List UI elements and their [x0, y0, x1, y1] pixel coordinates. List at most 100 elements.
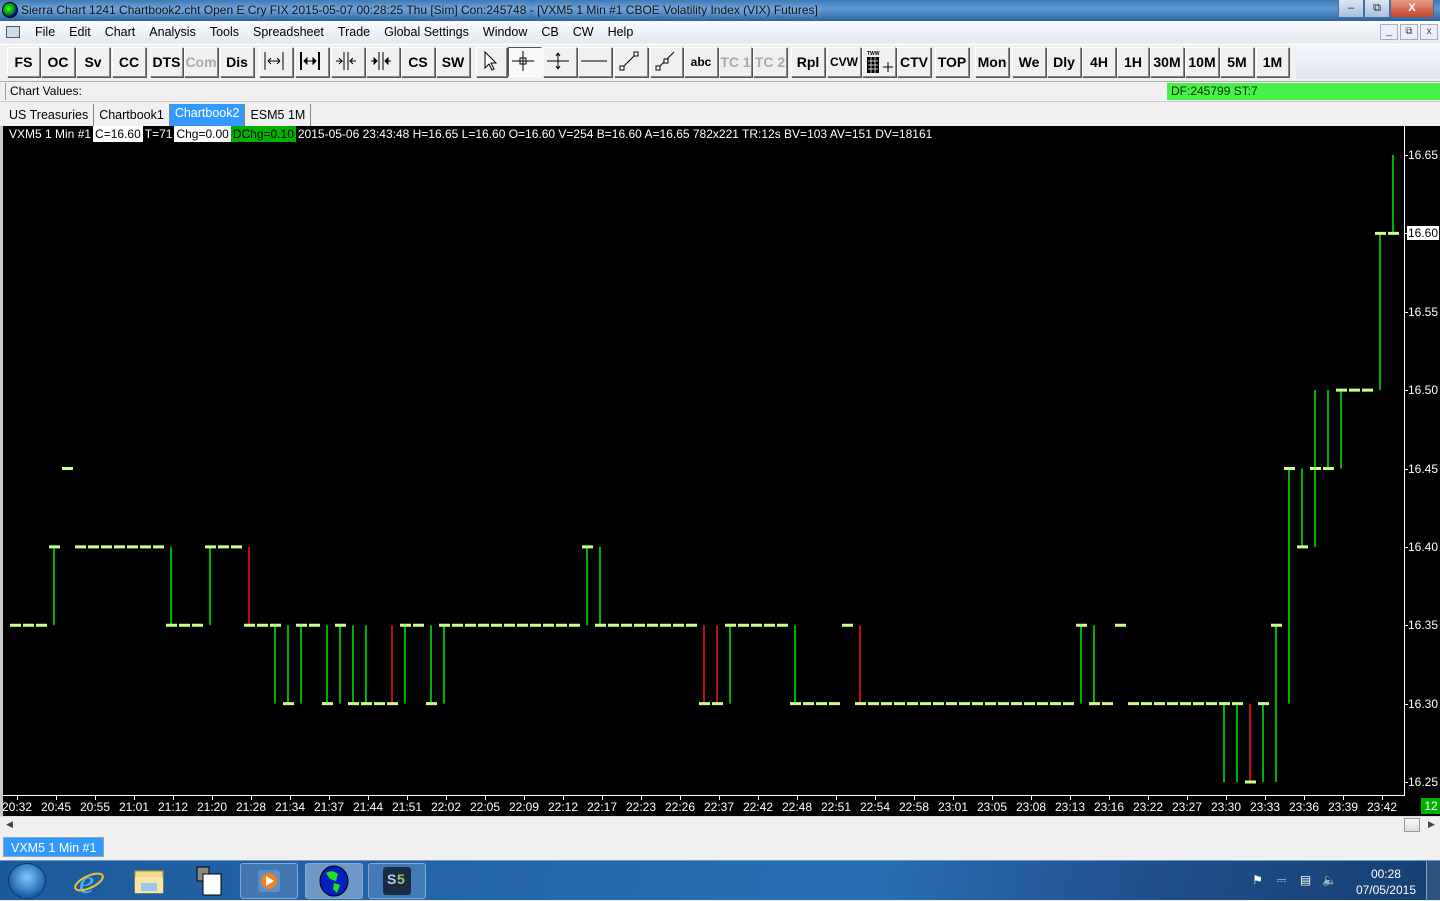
x-tick-label: 23:42 — [1366, 800, 1398, 814]
ray-tool-button[interactable] — [650, 47, 683, 77]
toolbar-button-tc2[interactable]: TC 2 — [753, 47, 787, 77]
x-tick-label: 23:30 — [1210, 800, 1242, 814]
compress-out-button[interactable] — [366, 47, 400, 77]
toolbar-button-dly[interactable]: Dly — [1047, 47, 1081, 77]
toolbar-button-cc[interactable]: CC — [112, 47, 146, 77]
action-center-flag-icon[interactable]: ⚑ — [1250, 873, 1265, 888]
menu-cw[interactable]: CW — [566, 25, 601, 39]
menu-spreadsheet[interactable]: Spreadsheet — [246, 25, 331, 39]
toolbar-button-oc[interactable]: OC — [41, 47, 75, 77]
trade-window-button[interactable]: TWW — [862, 47, 896, 77]
volume-icon[interactable]: 🔈 — [1322, 873, 1337, 888]
file-explorer-icon[interactable] — [120, 863, 178, 899]
toolbar-button-dts[interactable]: DTS — [150, 47, 183, 77]
line-tool-button[interactable] — [614, 47, 648, 77]
close-dash — [1102, 702, 1113, 706]
price-bar — [127, 545, 138, 549]
line-tool-icon — [619, 51, 639, 71]
toolbar-button-dis[interactable]: Dis — [220, 47, 254, 77]
show-desktop-button[interactable] — [1426, 861, 1440, 901]
start-button[interactable] — [8, 863, 46, 899]
toolbar-button-rpl[interactable]: Rpl — [791, 47, 825, 77]
menu-window[interactable]: Window — [476, 25, 534, 39]
close-dash — [335, 623, 346, 627]
menu-help[interactable]: Help — [601, 25, 641, 39]
menu-cb[interactable]: CB — [534, 25, 565, 39]
toolbar-button-fs[interactable]: FS — [7, 47, 40, 77]
toolbar-button-10m[interactable]: 10M — [1185, 47, 1219, 77]
horizontal-scrollbar[interactable]: ◀ ▶ — [0, 816, 1440, 832]
scroll-left-arrow-icon[interactable]: ◀ — [6, 819, 13, 830]
s5-trading-icon[interactable]: S5 — [368, 863, 426, 899]
crosshair-icon — [512, 51, 534, 71]
toolbar-button-we[interactable]: We — [1012, 47, 1046, 77]
toolbar-button-ctv[interactable]: CTV — [897, 47, 931, 77]
scale-left-button[interactable] — [259, 47, 293, 77]
value-tool-button[interactable] — [543, 47, 577, 77]
menu-edit[interactable]: Edit — [62, 25, 98, 39]
compress-in-button[interactable] — [331, 47, 365, 77]
internet-explorer-icon[interactable]: e — [60, 863, 118, 899]
tab-chartbook1[interactable]: Chartbook1 — [94, 104, 170, 126]
toolbar-button-sw[interactable]: SW — [436, 47, 470, 77]
window-switcher-icon[interactable] — [182, 863, 240, 899]
mdi-restore-button[interactable]: ⧉ — [1400, 24, 1418, 40]
toolbar-button-cvw[interactable]: CVW — [827, 47, 861, 77]
x-tick-label: 20:45 — [40, 800, 72, 814]
close-dash — [10, 623, 21, 627]
menu-analysis[interactable]: Analysis — [142, 25, 203, 39]
price-bar — [660, 623, 671, 627]
toolbar-button-sv[interactable]: Sv — [76, 47, 110, 77]
x-tick-label: 23:27 — [1171, 800, 1203, 814]
pointer-button[interactable] — [476, 47, 507, 77]
scroll-right-arrow-icon[interactable]: ▶ — [1428, 819, 1435, 830]
network-icon[interactable]: ▤ — [1298, 873, 1313, 888]
document-icon[interactable] — [6, 26, 20, 38]
close-dash — [166, 623, 177, 627]
crosshair-button[interactable] — [508, 47, 542, 77]
toolbar-button-30m[interactable]: 30M — [1150, 47, 1184, 77]
price-bar — [725, 623, 736, 704]
scale-both-button[interactable] — [295, 47, 329, 77]
menu-tools[interactable]: Tools — [203, 25, 246, 39]
menu-chart[interactable]: Chart — [98, 25, 143, 39]
price-plot[interactable] — [3, 126, 1404, 795]
sierra-chart-taskbar-icon[interactable] — [305, 863, 363, 899]
toolbar-button-abc[interactable]: abc — [684, 47, 718, 77]
toolbar-button-mon[interactable]: Mon — [975, 47, 1009, 77]
scrollbar-thumb[interactable] — [1404, 818, 1420, 832]
toolbar-button-5m[interactable]: 5M — [1220, 47, 1254, 77]
power-icon[interactable]: ⎓ — [1274, 873, 1289, 888]
toolbar-button-cs[interactable]: CS — [401, 47, 435, 77]
chart-window-tab[interactable]: VXM5 1 Min #1 — [3, 837, 105, 857]
mdi-close-button[interactable]: x — [1420, 24, 1438, 40]
price-axis[interactable]: 16.65 16.60 16.55 16.50 16.45 16.40 16.35 16.30… — [1404, 126, 1440, 796]
toolbar-button-top[interactable]: TOP — [935, 47, 969, 77]
tab-chartbook2[interactable]: Chartbook2 — [169, 104, 246, 126]
mdi-minimize-button[interactable]: _ — [1380, 24, 1398, 40]
menu-file[interactable]: File — [28, 25, 62, 39]
close-button[interactable]: X — [1390, 0, 1434, 18]
toolbar-button-1h[interactable]: 1H — [1117, 47, 1149, 77]
maximize-button[interactable]: ⧉ — [1364, 0, 1390, 18]
x-tick-label: 23:13 — [1054, 800, 1086, 814]
close-dash — [62, 467, 73, 470]
clock[interactable]: 00:28 07/05/2015 — [1356, 866, 1416, 898]
toolbar-button-1m[interactable]: 1M — [1256, 47, 1289, 77]
media-player-icon[interactable] — [240, 863, 298, 899]
tab-esm5-1m[interactable]: ESM5 1M — [245, 104, 312, 126]
toolbar-button-com[interactable]: Com — [184, 47, 218, 77]
price-bar — [309, 623, 320, 627]
tab-us-treasuries[interactable]: US Treasuries — [4, 104, 95, 126]
minimize-button[interactable]: – — [1338, 0, 1364, 18]
toolbar-button-4h[interactable]: 4H — [1082, 47, 1116, 77]
price-bar — [543, 623, 554, 627]
x-tick-label: 22:23 — [625, 800, 657, 814]
horizontal-line-button[interactable] — [578, 47, 612, 77]
menu-global-settings[interactable]: Global Settings — [377, 25, 476, 39]
chart-area[interactable]: VXM5 1 Min #1 C=16.60 T=71 Chg=0.00 DChg… — [0, 126, 1440, 817]
menu-trade[interactable]: Trade — [331, 25, 377, 39]
toolbar-button-tc1[interactable]: TC 1 — [719, 47, 752, 77]
time-axis[interactable]: 20:32 20:45 20:55 21:01 21:12 21:20 21:28 21:34… — [3, 795, 1404, 817]
price-bar — [712, 625, 723, 706]
